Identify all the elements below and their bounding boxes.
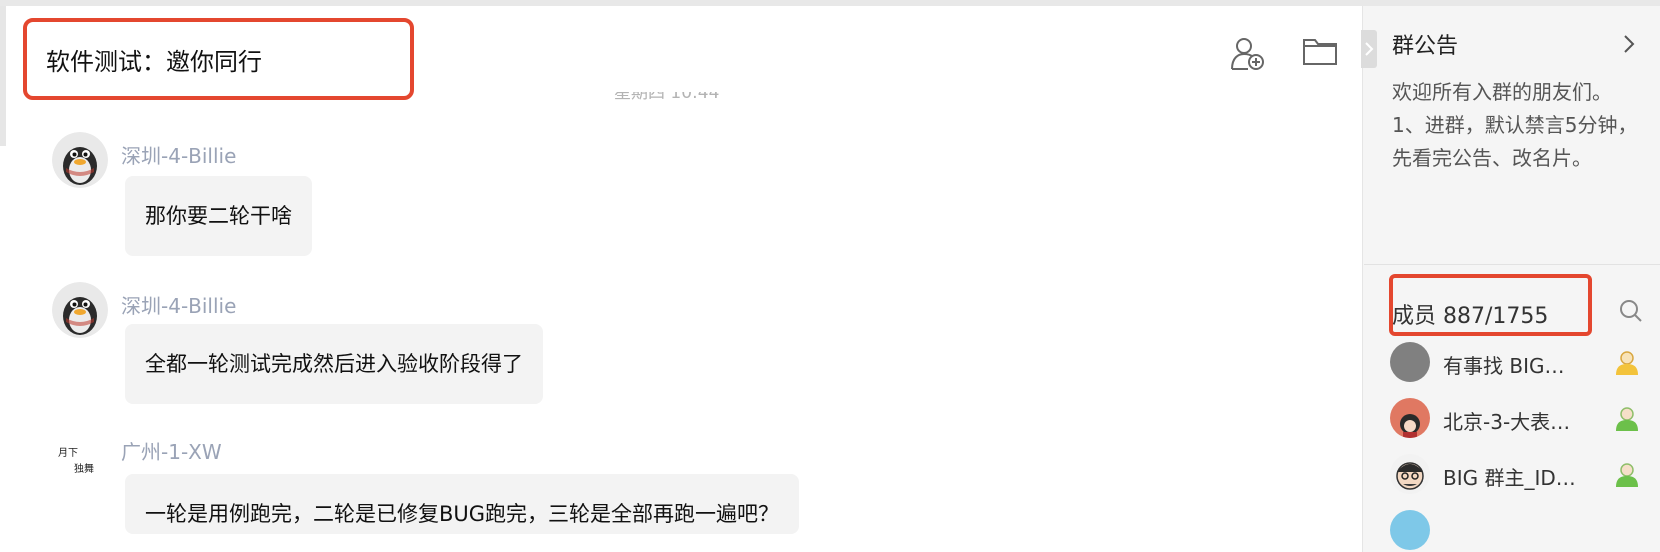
- member-avatar: [1390, 342, 1430, 382]
- member-name: 有事找 BIG…: [1443, 354, 1565, 378]
- chat-area: 软件测试：邀你同行 星期四 10:44 深圳-4-Billie 那你要二轮干啥: [8, 6, 1358, 552]
- notice-fade: [1392, 208, 1642, 242]
- members-count: 成员 887/1755: [1392, 304, 1549, 329]
- avatar-penguin[interactable]: [52, 282, 108, 338]
- search-icon[interactable]: [1618, 298, 1644, 328]
- avatar-penguin[interactable]: [52, 132, 108, 188]
- sender-name[interactable]: 深圳-4-Billie: [121, 140, 236, 169]
- member-role-icon: [1614, 406, 1640, 436]
- notice-title[interactable]: 群公告: [1392, 28, 1458, 60]
- sender-name[interactable]: 深圳-4-Billie: [121, 290, 236, 319]
- member-avatar: [1390, 510, 1430, 550]
- member-role-icon: [1614, 462, 1640, 492]
- member-row[interactable]: [1390, 510, 1652, 552]
- message-bubble[interactable]: 那你要二轮干啥: [125, 176, 312, 256]
- sender-name[interactable]: 广州-1-XW: [121, 436, 222, 465]
- member-avatar: [1390, 454, 1430, 494]
- message-bubble[interactable]: 全都一轮测试完成然后进入验收阶段得了: [125, 324, 543, 404]
- add-member-icon[interactable]: [1230, 36, 1266, 76]
- notice-text: 欢迎所有入群的朋友们。1、进群，默认禁言5分钟，先看完公告、改名片。: [1392, 80, 1638, 170]
- folder-icon[interactable]: [1302, 36, 1338, 70]
- chevron-right-icon: [1365, 42, 1374, 56]
- calligraphy-text: 月下: [58, 448, 78, 459]
- avatar-calligraphy[interactable]: 月下 独舞: [54, 442, 110, 498]
- member-row[interactable]: 有事找 BIG…: [1390, 342, 1652, 388]
- member-avatar: [1390, 398, 1430, 438]
- calligraphy-text: 独舞: [74, 464, 94, 475]
- member-name: 北京-3-大表…: [1443, 410, 1571, 434]
- member-row[interactable]: BIG 群主_ID…: [1390, 454, 1652, 500]
- collapse-panel-tab[interactable]: [1361, 30, 1377, 68]
- window-left-edge: [0, 6, 6, 146]
- member-role-icon: [1614, 350, 1640, 380]
- member-row[interactable]: 北京-3-大表…: [1390, 398, 1652, 444]
- message-timestamp: 星期四 10:44: [614, 92, 720, 103]
- panel-divider: [1364, 264, 1660, 265]
- chevron-right-icon[interactable]: [1622, 34, 1636, 58]
- message-bubble[interactable]: 一轮是用例跑完，二轮是已修复BUG跑完，三轮是全部再跑一遍吧？: [125, 474, 800, 534]
- member-name: BIG 群主_ID…: [1443, 466, 1576, 490]
- chat-title: 软件测试：邀你同行: [46, 48, 262, 76]
